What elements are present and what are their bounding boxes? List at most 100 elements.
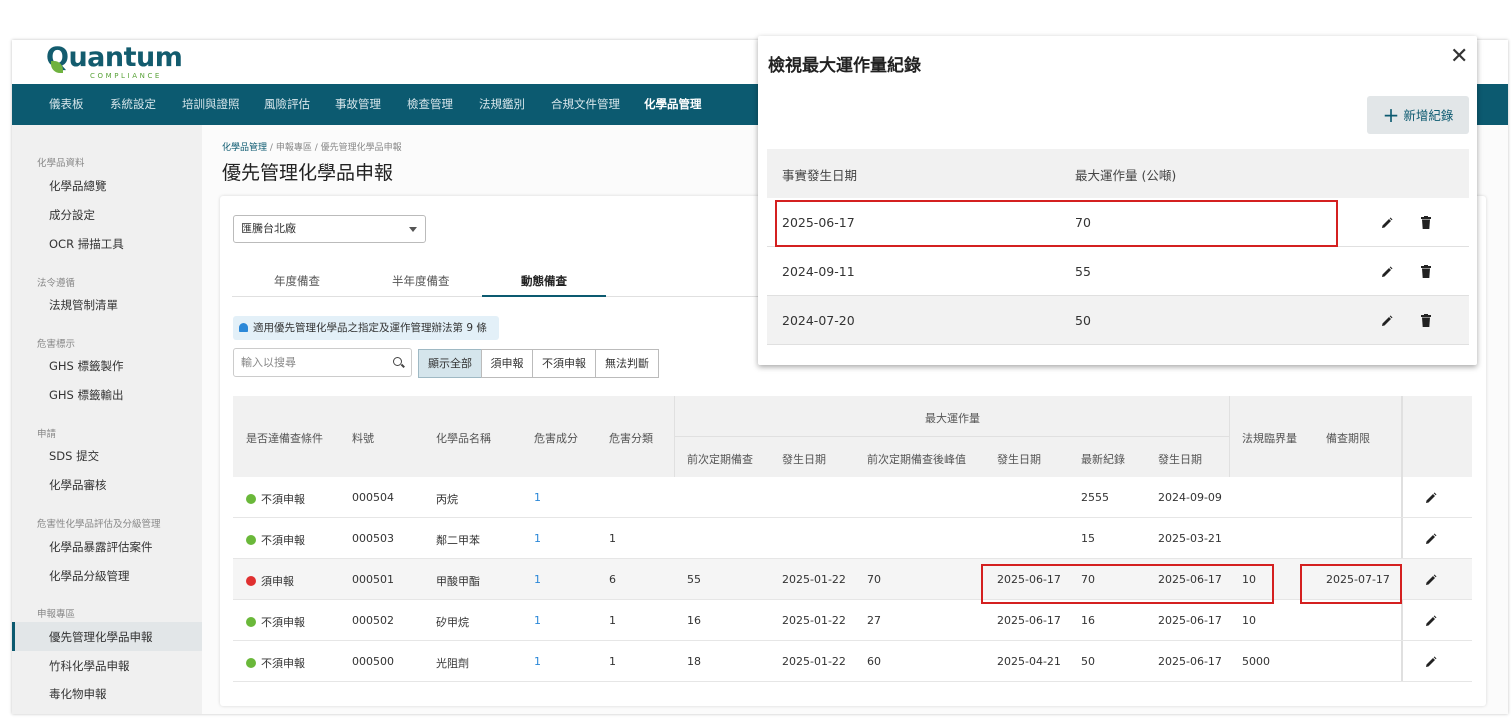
sidebar-item-hsp-decl[interactable]: 竹科化學品申報 xyxy=(49,658,130,674)
th-date-2: 發生日期 xyxy=(997,453,1041,466)
modal-row[interactable]: 2024-09-11 55 xyxy=(767,247,1469,296)
th-hazard-component: 危害成分 xyxy=(534,432,578,445)
th-prev-periodic: 前次定期備查 xyxy=(687,453,753,466)
trash-icon[interactable] xyxy=(1421,314,1431,327)
trash-icon[interactable] xyxy=(1421,216,1431,229)
hazard-class-cell: 1 xyxy=(609,655,616,668)
nav-item-chemicals[interactable]: 化學品管理 xyxy=(644,84,702,125)
sidebar-item-reg-list[interactable]: 法規管制清單 xyxy=(49,297,118,313)
th-date-3: 發生日期 xyxy=(1158,453,1202,466)
table-row[interactable]: 不須申報 000500 光阻劑 1 1 18 2025-01-22 60 202… xyxy=(233,641,1472,682)
breadcrumb-sep: / xyxy=(314,143,318,153)
record-qty: 50 xyxy=(1075,313,1091,328)
code-cell: 000500 xyxy=(352,655,394,668)
status-dot-green xyxy=(246,535,256,545)
max-quantity-modal: 檢視最大運作量紀錄 ✕ + 新增紀錄 事實發生日期 最大運作量 (公噸) 2025… xyxy=(758,36,1477,365)
breadcrumb-chem[interactable]: 化學品管理 xyxy=(222,143,267,153)
edit-icon[interactable] xyxy=(1381,315,1393,327)
sidebar-item-ocr[interactable]: OCR 掃描工具 xyxy=(49,236,124,252)
hazard-component-link[interactable]: 1 xyxy=(534,655,541,668)
modal-row[interactable]: 2025-06-17 70 xyxy=(767,198,1469,247)
tab-semiannual[interactable]: 半年度備查 xyxy=(392,273,450,289)
sidebar-item-toxic-decl[interactable]: 毒化物申報 xyxy=(49,686,107,702)
status-cell: 不須申報 xyxy=(246,532,305,548)
tab-annual[interactable]: 年度備查 xyxy=(274,273,320,289)
edit-icon[interactable] xyxy=(1425,492,1437,504)
search-icon xyxy=(393,357,402,366)
close-icon[interactable]: ✕ xyxy=(1450,44,1468,69)
edit-icon[interactable] xyxy=(1425,615,1437,627)
edit-icon[interactable] xyxy=(1381,217,1393,229)
logo-word: Quantum xyxy=(46,42,183,73)
latest-cell: 50 xyxy=(1081,655,1095,668)
sidebar-item-chem-review[interactable]: 化學品審核 xyxy=(49,477,107,493)
notice-text: 適用優先管理化學品之指定及運作管理辦法第 9 條 xyxy=(253,322,487,334)
th-event-date: 事實發生日期 xyxy=(782,168,858,183)
hazard-component-link[interactable]: 1 xyxy=(534,573,541,586)
nav-item-regulation[interactable]: 法規鑑別 xyxy=(479,84,525,125)
trash-icon[interactable] xyxy=(1421,265,1431,278)
sidebar-item-component-settings[interactable]: 成分設定 xyxy=(49,207,95,223)
sidebar-item-sds[interactable]: SDS 提交 xyxy=(49,448,99,464)
peak-cell: 60 xyxy=(867,655,881,668)
name-cell: 甲酸甲酯 xyxy=(436,575,480,588)
prev-cell: 18 xyxy=(687,655,701,668)
search-placeholder: 輸入以搜尋 xyxy=(241,356,296,369)
date3-cell: 2024-09-09 xyxy=(1158,491,1222,504)
chevron-down-icon xyxy=(409,227,417,232)
nav-item-risk[interactable]: 風險評估 xyxy=(264,84,310,125)
nav-item-incident[interactable]: 事故管理 xyxy=(335,84,381,125)
table-row[interactable]: 須申報 000501 甲酸甲酯 1 6 55 2025-01-22 70 202… xyxy=(233,559,1472,604)
declaration-table: 是否達備查條件 料號 化學品名稱 危害成分 危害分類 最大運作量 前次定期備查 … xyxy=(233,396,1472,682)
filter-required-button[interactable]: 須申報 xyxy=(481,349,533,378)
table-row[interactable]: 不須申報 000502 矽甲烷 1 1 16 2025-01-22 27 202… xyxy=(233,600,1472,641)
hazard-component-link[interactable]: 1 xyxy=(534,532,541,545)
sidebar-item-chem-overview[interactable]: 化學品總覽 xyxy=(49,178,107,194)
add-record-button[interactable]: + 新增紀錄 xyxy=(1367,96,1469,134)
sidebar-item-ghs-export[interactable]: GHS 標籤輸出 xyxy=(49,387,124,403)
hazard-component-link[interactable]: 1 xyxy=(534,614,541,627)
edit-icon[interactable] xyxy=(1381,266,1393,278)
table-row[interactable]: 不須申報 000504 丙烷 1 2555 2024-09-09 xyxy=(233,477,1472,518)
th-hazard-class: 危害分類 xyxy=(609,432,653,445)
th-max-quantity: 最大運作量 (公噸) xyxy=(1075,168,1177,183)
sidebar-item-grading[interactable]: 化學品分級管理 xyxy=(49,568,130,584)
sidebar-item-ghs-make[interactable]: GHS 標籤製作 xyxy=(49,358,124,374)
factory-select[interactable]: 匯騰台北廠 xyxy=(233,215,426,243)
edit-icon[interactable] xyxy=(1425,533,1437,545)
filter-not-required-button[interactable]: 不須申報 xyxy=(532,349,596,378)
latest-cell: 16 xyxy=(1081,614,1095,627)
edit-icon[interactable] xyxy=(1425,656,1437,668)
nav-item-inspection[interactable]: 檢查管理 xyxy=(407,84,453,125)
sidebar-item-exposure[interactable]: 化學品暴露評估案件 xyxy=(49,539,153,555)
highlight-box xyxy=(981,564,1274,604)
quantum-logo[interactable]: Quantum COMPLIANCE xyxy=(46,43,186,81)
nav-item-system-settings[interactable]: 系統設定 xyxy=(110,84,156,125)
status-cell: 不須申報 xyxy=(246,491,305,507)
th-status: 是否達備查條件 xyxy=(246,432,323,445)
date2-cell: 2025-04-21 xyxy=(997,655,1061,668)
hazard-component-link[interactable]: 1 xyxy=(534,491,541,504)
threshold-cell: 5000 xyxy=(1242,655,1270,668)
date3-cell: 2025-06-17 xyxy=(1158,655,1222,668)
date1-cell: 2025-01-22 xyxy=(782,655,846,668)
prev-cell: 55 xyxy=(687,573,701,586)
tab-dynamic[interactable]: 動態備查 xyxy=(521,273,567,289)
filter-all-button[interactable]: 顯示全部 xyxy=(418,349,482,378)
status-cell: 不須申報 xyxy=(246,655,305,671)
search-input[interactable]: 輸入以搜尋 xyxy=(233,348,412,377)
code-cell: 000501 xyxy=(352,573,394,586)
sidebar-item-priority-decl[interactable]: 優先管理化學品申報 xyxy=(49,629,153,645)
table-header: 是否達備查條件 料號 化學品名稱 危害成分 危害分類 最大運作量 前次定期備查 … xyxy=(233,396,1472,681)
nav-item-dashboard[interactable]: 儀表板 xyxy=(49,84,84,125)
th-latest: 最新紀錄 xyxy=(1081,453,1125,466)
edit-icon[interactable] xyxy=(1425,574,1437,586)
nav-item-compliance-docs[interactable]: 合規文件管理 xyxy=(551,84,620,125)
nav-item-training[interactable]: 培訓與證照 xyxy=(182,84,240,125)
modal-row[interactable]: 2024-07-20 50 xyxy=(767,296,1469,345)
table-row[interactable]: 不須申報 000503 鄰二甲苯 1 1 15 2025-03-21 xyxy=(233,518,1472,559)
modal-title: 檢視最大運作量紀錄 xyxy=(768,56,921,76)
filter-undetermined-button[interactable]: 無法判斷 xyxy=(595,349,659,378)
breadcrumb-decl[interactable]: 申報專區 xyxy=(276,143,312,153)
th-date-1: 發生日期 xyxy=(782,453,826,466)
